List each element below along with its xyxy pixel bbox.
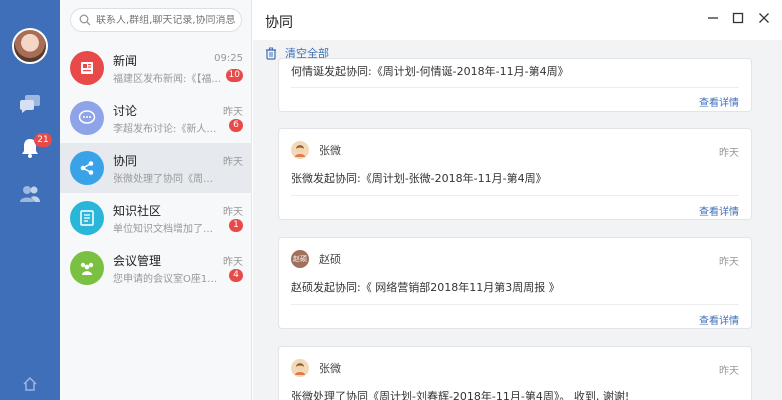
conversation-time: 昨天: [223, 157, 243, 168]
contacts-icon[interactable]: [16, 180, 44, 208]
conversation-preview: 您申请的会议室O座101...: [113, 274, 221, 285]
conversation-item-discussion[interactable]: 讨论 昨天 李超发布讨论:《新人报... 6: [60, 93, 252, 143]
conversation-list: 新闻 09:25 福建区发布新闻:《【福... 10 讨论 昨天 李超发布讨论:…: [60, 0, 252, 400]
trash-icon: [266, 47, 276, 60]
user-avatar[interactable]: [12, 28, 48, 64]
card-text: 张微发起协同:《周计划-张微-2018年-11月-第4周》: [291, 172, 547, 185]
search-box[interactable]: [70, 8, 242, 32]
card-divider: [291, 304, 739, 305]
avatar-text: 赵硕: [293, 255, 307, 263]
conversation-time: 昨天: [223, 257, 243, 268]
conversation-title: 新闻: [113, 54, 138, 68]
user-name: 张微: [319, 144, 341, 157]
card-time: 昨天: [719, 366, 739, 377]
minimize-icon[interactable]: [705, 10, 721, 26]
user-name: 赵硕: [319, 253, 341, 266]
page-title: 协同: [265, 15, 293, 31]
view-details-link[interactable]: 查看详情: [699, 203, 739, 218]
card-text: 赵硕发起协同:《 网络营销部2018年11月第3周周报 》: [291, 281, 560, 294]
chat-bubble-icon: [70, 101, 104, 135]
user-avatar-icon: 赵硕: [291, 250, 309, 268]
conversation-title: 会议管理: [113, 254, 162, 268]
collaboration-card: 张微 昨天 张微发起协同:《周计划-张微-2018年-11月-第4周》 查看详情: [278, 128, 752, 220]
title-bar: 协同: [253, 0, 782, 40]
close-icon[interactable]: [756, 10, 772, 26]
collaboration-card: 赵硕 赵硕 昨天 赵硕发起协同:《 网络营销部2018年11月第3周周报 》 查…: [278, 237, 752, 329]
card-time: 昨天: [719, 148, 739, 159]
user-name: 张微: [319, 362, 341, 375]
maximize-icon[interactable]: [730, 10, 746, 26]
conversation-title: 协同: [113, 154, 138, 168]
conversation-title: 讨论: [113, 104, 138, 118]
card-divider: [291, 195, 739, 196]
conversation-preview: 张微处理了协同《周计...: [113, 174, 221, 185]
conversation-preview: 单位知识文档增加了文...: [113, 224, 221, 235]
main-panel: 协同 清空全部 何情诞发起协同:《周计划-何情诞-2018年-11月-第4周》 …: [253, 0, 782, 400]
document-icon: [70, 201, 104, 235]
view-details-link[interactable]: 查看详情: [699, 94, 739, 109]
search-input[interactable]: [96, 14, 236, 26]
news-icon: [70, 51, 104, 85]
search-icon: [79, 14, 91, 26]
conversation-preview: 福建区发布新闻:《【福...: [113, 74, 221, 85]
view-details-link[interactable]: 查看详情: [699, 312, 739, 327]
unread-badge: 1: [229, 219, 243, 232]
card-text: 张微处理了协同《周计划-刘春辉-2018年-11月-第4周》。 收到, 谢谢!: [291, 390, 630, 400]
conversation-time: 昨天: [223, 107, 243, 118]
unread-badge: 4: [229, 269, 243, 282]
meeting-icon: [70, 251, 104, 285]
conversation-preview: 李超发布讨论:《新人报...: [113, 124, 221, 135]
unread-badge: 6: [229, 119, 243, 132]
notification-badge: 21: [34, 133, 52, 147]
left-rail: 21: [0, 0, 60, 400]
conversation-item-meeting[interactable]: 会议管理 昨天 您申请的会议室O座101... 4: [60, 243, 252, 293]
conversation-item-news[interactable]: 新闻 09:25 福建区发布新闻:《【福... 10: [60, 43, 252, 93]
conversation-time: 09:25: [214, 53, 243, 64]
card-time: 昨天: [719, 257, 739, 268]
user-avatar-icon: [291, 359, 309, 377]
user-avatar-icon: [291, 141, 309, 159]
conversation-title: 知识社区: [113, 204, 162, 218]
conversation-item-knowledge[interactable]: 知识社区 昨天 单位知识文档增加了文... 1: [60, 193, 252, 243]
unread-badge: 10: [225, 69, 243, 82]
collaboration-card: 张微 昨天 张微处理了协同《周计划-刘春辉-2018年-11月-第4周》。 收到…: [278, 346, 752, 400]
conversation-time: 昨天: [223, 207, 243, 218]
card-divider: [291, 87, 739, 88]
share-nodes-icon: [70, 151, 104, 185]
conversation-item-collaboration[interactable]: 协同 昨天 张微处理了协同《周计...: [60, 143, 252, 193]
collaboration-card: 何情诞发起协同:《周计划-何情诞-2018年-11月-第4周》 查看详情: [278, 58, 752, 112]
home-icon[interactable]: [16, 370, 44, 398]
messages-icon[interactable]: [16, 90, 44, 118]
card-text: 何情诞发起协同:《周计划-何情诞-2018年-11月-第4周》: [291, 65, 569, 78]
